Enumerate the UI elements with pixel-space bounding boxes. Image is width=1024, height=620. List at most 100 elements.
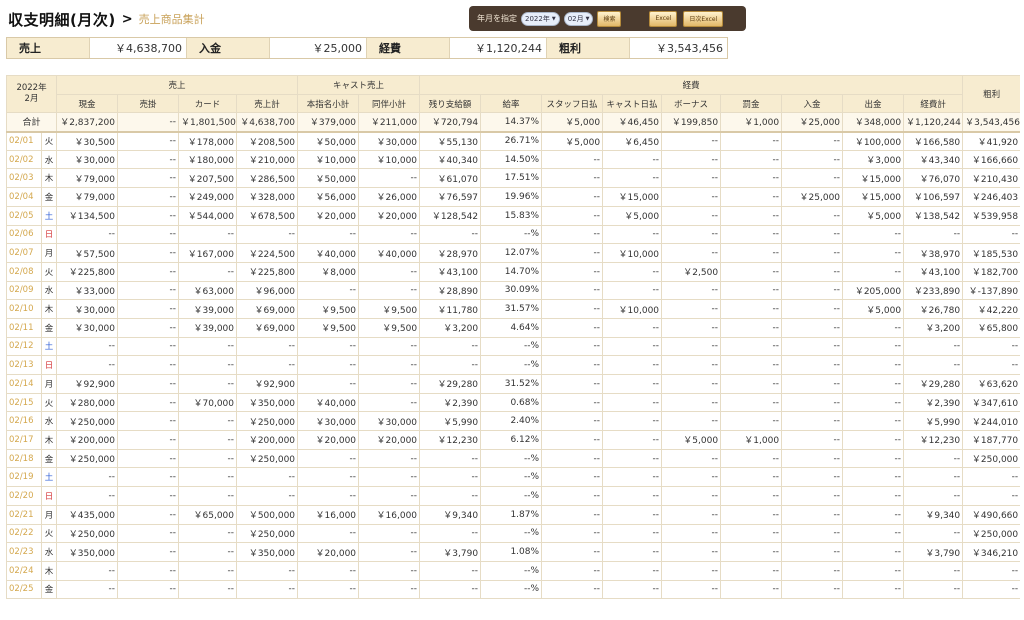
row-weekday: 金	[40, 579, 58, 600]
table-cell: --	[419, 486, 482, 506]
column-header: カード	[178, 93, 238, 114]
table-cell: --	[720, 579, 783, 600]
table-cell: --	[297, 560, 360, 581]
row-date-link[interactable]: 02/25	[6, 579, 42, 600]
row-date-link[interactable]: 02/04	[6, 187, 42, 207]
row-date-link[interactable]: 02/18	[6, 448, 42, 469]
breadcrumb-separator: >	[121, 11, 133, 27]
excel-button[interactable]: Excel	[649, 10, 678, 27]
row-date-link[interactable]: 02/22	[6, 523, 42, 544]
table-cell: --	[903, 467, 964, 488]
search-button[interactable]: 検索	[597, 10, 622, 27]
table-cell: --	[720, 149, 783, 170]
table-cell: --	[842, 224, 905, 245]
table-row: 02/14 月 ￥92,900 -- -- ￥92,900 -- -- ￥29,280 31.52…	[6, 374, 1020, 394]
summary-label-gross: 粗利	[547, 38, 630, 58]
table-cell: ￥69,000	[236, 317, 299, 338]
table-cell: --	[117, 579, 180, 600]
row-date-link[interactable]: 02/20	[6, 486, 42, 506]
table-cell: ￥250,000	[962, 448, 1020, 469]
row-date-link[interactable]: 02/11	[6, 317, 42, 338]
row-date-link[interactable]: 02/03	[6, 168, 42, 189]
table-cell: --	[720, 355, 783, 375]
table-cell: --	[781, 261, 844, 282]
table-cell: --	[720, 243, 783, 263]
table-cell: ￥138,542	[903, 205, 964, 226]
row-date-link[interactable]: 02/16	[6, 411, 42, 432]
total-cell: ￥720,794	[419, 112, 482, 133]
row-date-link[interactable]: 02/02	[6, 149, 42, 170]
table-cell: 19.96%	[480, 187, 543, 207]
table-cell: ￥9,340	[903, 504, 964, 525]
row-date-link[interactable]: 02/15	[6, 392, 42, 413]
table-cell: ￥9,500	[297, 317, 360, 338]
table-cell: --	[117, 261, 180, 282]
table-cell: ￥38,970	[903, 243, 964, 263]
table-cell: --	[602, 448, 663, 469]
table-cell: ￥15,000	[842, 168, 905, 189]
daily-excel-button[interactable]: 日次Excel	[683, 10, 724, 27]
summary-label-sales: 売上	[7, 38, 90, 58]
ledger-table-container[interactable]: 2022年 2月 売上 キャスト売上 経費 粗利 現金 売掛 カード 売上計 本指名小計同…	[6, 75, 1020, 620]
period-label: 年月を指定	[477, 14, 517, 23]
breadcrumb-link[interactable]: 売上商品集計	[139, 11, 205, 27]
row-date-link[interactable]: 02/05	[6, 205, 42, 226]
row-date-link[interactable]: 02/01	[6, 130, 42, 151]
year-select-value: 2022年	[525, 14, 550, 23]
table-cell: ￥20,000	[297, 430, 360, 450]
table-cell: --	[297, 579, 360, 600]
table-cell: --	[358, 374, 421, 394]
table-cell: --	[602, 280, 663, 301]
table-cell: --	[358, 168, 421, 189]
table-cell: --	[781, 374, 844, 394]
table-cell: 1.08%	[480, 542, 543, 562]
table-cell: --	[602, 374, 663, 394]
table-cell: --	[117, 560, 180, 581]
table-cell: --	[602, 261, 663, 282]
table-cell: ￥10,000	[358, 149, 421, 170]
table-cell: ￥65,800	[962, 317, 1020, 338]
row-date-link[interactable]: 02/21	[6, 504, 42, 525]
month-select[interactable]: 02月 ▼	[563, 11, 594, 26]
table-row: 02/15 火 ￥280,000 -- ￥70,000 ￥350,000 ￥40,000 --…	[6, 392, 1020, 413]
table-cell: --	[781, 299, 844, 319]
table-cell: --	[178, 560, 238, 581]
table-cell: --	[602, 486, 663, 506]
row-date-link[interactable]: 02/14	[6, 374, 42, 394]
table-cell: --	[358, 355, 421, 375]
row-date-link[interactable]: 02/08	[6, 261, 42, 282]
row-date-link[interactable]: 02/09	[6, 280, 42, 301]
table-cell: ￥12,230	[419, 430, 482, 450]
table-cell: --	[541, 243, 604, 263]
table-cell: --	[962, 579, 1020, 600]
table-cell: 17.51%	[480, 168, 543, 189]
total-cell: 14.37%	[480, 112, 543, 133]
table-cell: --	[56, 467, 119, 488]
column-header: 経費計	[903, 93, 964, 114]
row-date-link[interactable]: 02/06	[6, 224, 42, 245]
table-cell: --	[781, 467, 844, 488]
table-cell: --	[419, 579, 482, 600]
table-cell: --	[541, 374, 604, 394]
table-cell: --	[720, 130, 783, 151]
table-cell: --	[661, 355, 722, 375]
row-date-link[interactable]: 02/12	[6, 336, 42, 357]
row-date-link[interactable]: 02/07	[6, 243, 42, 263]
total-cell: ￥25,000	[781, 112, 844, 133]
table-cell: --	[602, 467, 663, 488]
row-date-link[interactable]: 02/13	[6, 355, 42, 375]
row-date-link[interactable]: 02/19	[6, 467, 42, 488]
table-cell: --	[178, 467, 238, 488]
table-cell: --	[781, 355, 844, 375]
table-cell: 15.83%	[480, 205, 543, 226]
table-cell: --	[541, 486, 604, 506]
row-date-link[interactable]: 02/17	[6, 430, 42, 450]
table-cell: ￥347,610	[962, 392, 1020, 413]
row-date-link[interactable]: 02/23	[6, 542, 42, 562]
year-select[interactable]: 2022年 ▼	[521, 11, 560, 26]
table-cell: --	[661, 224, 722, 245]
table-cell: --	[720, 205, 783, 226]
row-date-link[interactable]: 02/24	[6, 560, 42, 581]
row-date-link[interactable]: 02/10	[6, 299, 42, 319]
table-cell: ￥185,530	[962, 243, 1020, 263]
